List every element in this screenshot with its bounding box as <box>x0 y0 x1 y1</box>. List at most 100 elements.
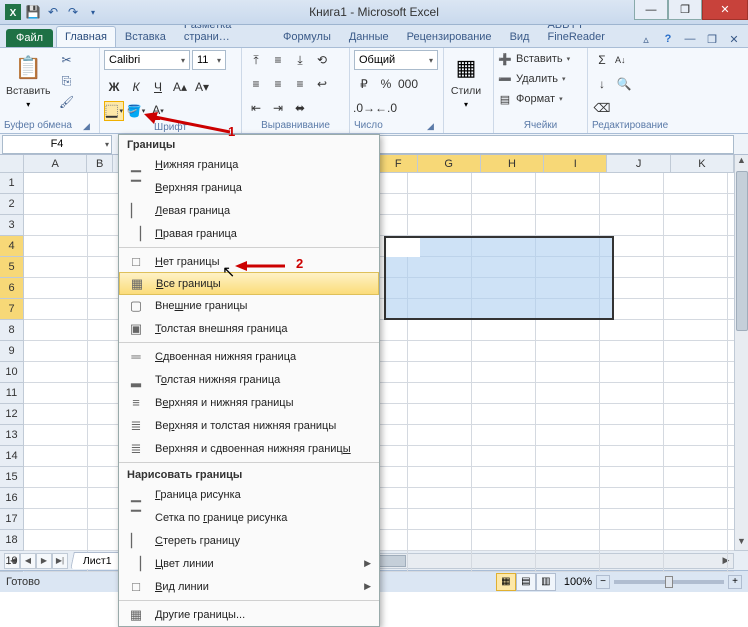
mdi-restore-icon[interactable]: ❐ <box>704 31 720 47</box>
row-header[interactable]: 2 <box>0 194 23 215</box>
cut-icon[interactable]: ✂ <box>57 50 77 70</box>
row-header[interactable]: 16 <box>0 488 23 509</box>
increase-indent-icon[interactable]: ⇥ <box>268 98 288 118</box>
row-header[interactable]: 13 <box>0 425 23 446</box>
format-painter-icon[interactable]: 🖌 <box>57 92 77 112</box>
row-header[interactable]: 11 <box>0 383 23 404</box>
underline-button[interactable]: Ч <box>148 77 168 97</box>
grow-font-icon[interactable]: A▴ <box>170 77 190 97</box>
align-left-icon[interactable]: ≡ <box>246 74 266 94</box>
align-center-icon[interactable]: ≡ <box>268 74 288 94</box>
mdi-minimize-icon[interactable]: — <box>682 31 698 47</box>
row-header[interactable]: 1 <box>0 173 23 194</box>
col-header[interactable]: H <box>481 155 544 172</box>
col-header[interactable]: J <box>607 155 670 172</box>
row-header[interactable]: 3 <box>0 215 23 236</box>
zoom-thumb[interactable] <box>665 576 673 588</box>
name-box[interactable]: F4▾ <box>2 135 112 154</box>
row-header[interactable]: 14 <box>0 446 23 467</box>
tab-view[interactable]: Вид <box>501 26 539 47</box>
delete-cells-button[interactable]: ➖Удалить▾ <box>498 70 570 88</box>
clipboard-launcher-icon[interactable]: ◢ <box>83 121 93 131</box>
increase-decimal-icon[interactable]: .0→ <box>354 98 374 118</box>
col-header[interactable]: I <box>544 155 607 172</box>
decrease-decimal-icon[interactable]: ←.0 <box>376 98 396 118</box>
row-header[interactable]: 5 <box>0 257 23 278</box>
view-page-break-icon[interactable]: ▥ <box>536 573 556 591</box>
scroll-thumb[interactable] <box>736 171 748 331</box>
accounting-icon[interactable]: ₽ <box>354 74 374 94</box>
col-header[interactable]: A <box>24 155 87 172</box>
fill-color-icon[interactable]: 🪣▾ <box>126 101 146 121</box>
tab-home[interactable]: Главная <box>56 26 116 47</box>
borders-menu-item[interactable]: ▢Внешние границы <box>119 294 379 317</box>
excel-app-icon[interactable]: X <box>4 3 22 21</box>
decrease-indent-icon[interactable]: ⇤ <box>246 98 266 118</box>
row-header[interactable]: 7 <box>0 299 23 320</box>
fill-icon[interactable]: ↓ <box>592 74 612 94</box>
align-right-icon[interactable]: ≡ <box>290 74 310 94</box>
mdi-close-icon[interactable]: ✕ <box>726 31 742 47</box>
styles-button[interactable]: ▦ Стили ▾ <box>448 50 484 111</box>
close-button[interactable]: ✕ <box>702 0 748 20</box>
percent-icon[interactable]: % <box>376 74 396 94</box>
wrap-text-icon[interactable]: ↩ <box>312 74 332 94</box>
borders-menu-item[interactable]: ▏Стереть границу <box>119 529 379 552</box>
font-name-combo[interactable]: Calibri▾ <box>104 50 190 70</box>
borders-menu-item[interactable]: ▔Сетка по границе рисунка <box>119 506 379 529</box>
number-launcher-icon[interactable]: ◢ <box>427 121 437 131</box>
align-middle-icon[interactable]: ≡ <box>268 50 288 70</box>
borders-menu-item[interactable]: ▣Толстая внешняя граница <box>119 317 379 340</box>
borders-menu-item[interactable]: ≣Верхняя и сдвоенная нижняя границы <box>119 437 379 460</box>
scroll-down-icon[interactable]: ▼ <box>737 536 746 550</box>
file-tab[interactable]: Файл <box>6 29 53 47</box>
select-all-corner[interactable] <box>0 155 24 173</box>
save-icon[interactable]: 💾 <box>24 3 42 21</box>
clear-icon[interactable]: ⌫ <box>592 98 612 118</box>
minimize-button[interactable]: — <box>634 0 668 20</box>
sort-filter-icon[interactable]: A↓ <box>614 50 627 70</box>
help-icon[interactable]: ? <box>660 31 676 47</box>
borders-menu-item[interactable]: ▦Другие границы... <box>119 603 379 626</box>
row-header[interactable]: 12 <box>0 404 23 425</box>
chevron-down-icon[interactable]: ▾ <box>84 3 102 21</box>
number-format-combo[interactable]: Общий▾ <box>354 50 438 70</box>
row-header[interactable]: 9 <box>0 341 23 362</box>
borders-menu-item[interactable]: ▦Все границы <box>119 272 379 295</box>
borders-menu-item[interactable]: ▁Граница рисунка <box>119 483 379 506</box>
view-page-layout-icon[interactable]: ▤ <box>516 573 536 591</box>
undo-icon[interactable]: ↶ <box>44 3 62 21</box>
comma-icon[interactable]: 000 <box>398 74 418 94</box>
col-header[interactable]: F <box>380 155 418 172</box>
col-header[interactable]: G <box>418 155 481 172</box>
borders-button[interactable]: ▾ <box>104 101 124 121</box>
bold-button[interactable]: Ж <box>104 77 124 97</box>
autosum-icon[interactable]: Σ <box>592 50 612 70</box>
redo-icon[interactable]: ↷ <box>64 3 82 21</box>
zoom-slider[interactable] <box>614 580 724 584</box>
col-header[interactable]: B <box>87 155 113 172</box>
row-header[interactable]: 19 <box>0 551 23 572</box>
sheet-tab[interactable]: Лист1 <box>70 552 124 569</box>
tab-data[interactable]: Данные <box>340 26 398 47</box>
borders-menu-item[interactable]: ═Сдвоенная нижняя граница <box>119 345 379 368</box>
borders-menu-item[interactable]: □Вид линии▶ <box>119 575 379 598</box>
tab-review[interactable]: Рецензирование <box>398 26 501 47</box>
orientation-icon[interactable]: ⟲ <box>312 50 332 70</box>
align-top-icon[interactable]: ⤒ <box>246 50 266 70</box>
merge-center-icon[interactable]: ⬌ <box>290 98 310 118</box>
minimize-ribbon-icon[interactable]: ▵ <box>638 31 654 47</box>
zoom-in-icon[interactable]: + <box>728 575 742 589</box>
borders-menu-item[interactable]: ≡Верхняя и нижняя границы <box>119 391 379 414</box>
align-bottom-icon[interactable]: ⤓ <box>290 50 310 70</box>
find-select-icon[interactable]: 🔍 <box>614 74 634 94</box>
row-header[interactable]: 15 <box>0 467 23 488</box>
tab-formulas[interactable]: Формулы <box>274 26 340 47</box>
borders-menu-item[interactable]: ▁Нижняя граница <box>119 153 379 176</box>
col-header[interactable]: K <box>671 155 734 172</box>
row-header[interactable]: 10 <box>0 362 23 383</box>
zoom-level[interactable]: 100% <box>564 576 592 588</box>
row-header[interactable]: 8 <box>0 320 23 341</box>
row-header[interactable]: 6 <box>0 278 23 299</box>
maximize-button[interactable]: ❐ <box>668 0 702 20</box>
